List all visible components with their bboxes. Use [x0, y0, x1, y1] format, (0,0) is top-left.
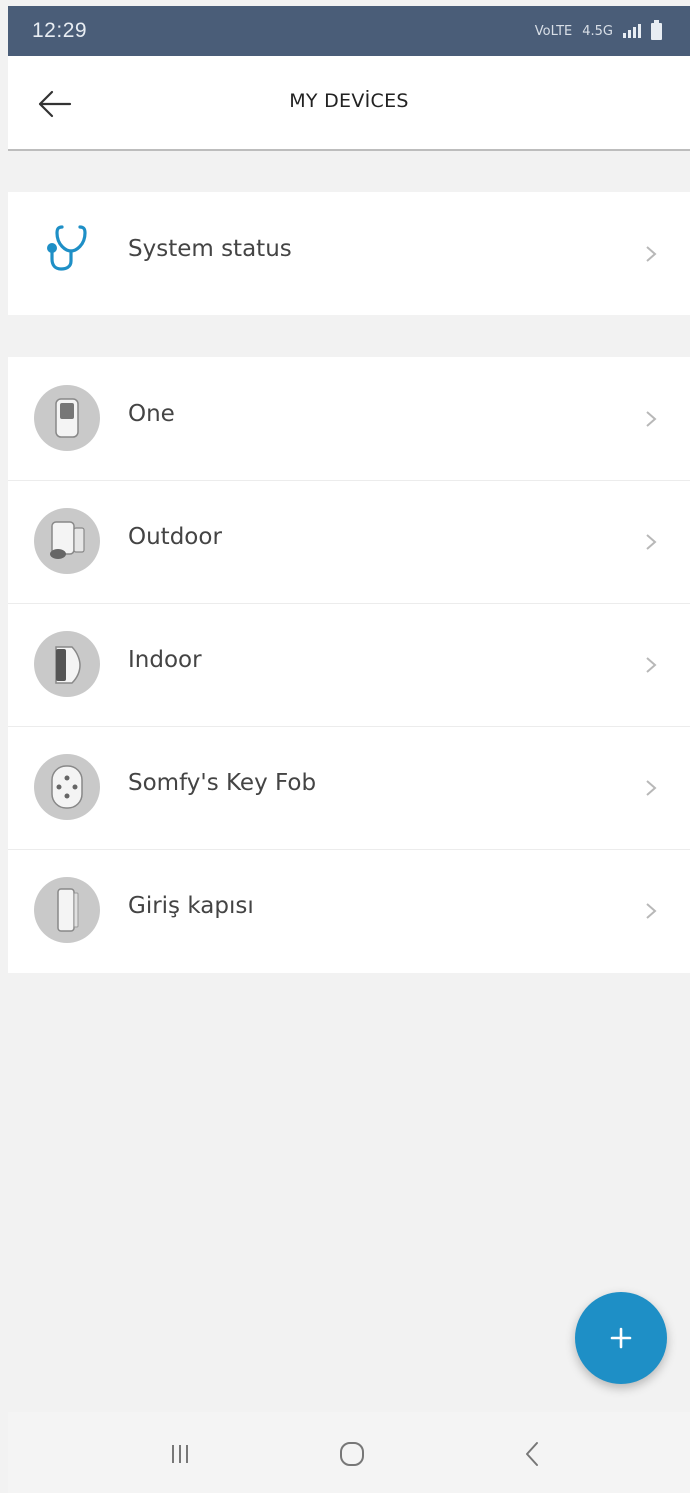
nav-back-button[interactable]	[513, 1434, 553, 1474]
recents-icon	[172, 1445, 188, 1463]
device-row-one[interactable]: One	[8, 357, 690, 480]
chevron-right-icon	[646, 534, 657, 550]
row-label: System status	[128, 236, 292, 262]
data-label: 4.5G	[582, 23, 613, 39]
page-title: MY DEVİCES	[289, 90, 409, 112]
device-row-indoor[interactable]: Indoor	[8, 603, 690, 726]
chevron-right-icon	[646, 903, 657, 919]
door-sensor-icon	[34, 877, 100, 943]
device-row-giris-kapisi[interactable]: Giriş kapısı	[8, 849, 690, 972]
row-label: One	[128, 401, 175, 427]
plus-icon	[610, 1327, 632, 1349]
outdoor-camera-icon	[34, 508, 100, 574]
key-fob-icon	[34, 754, 100, 820]
row-label: Indoor	[128, 647, 202, 673]
volte-label: VoLTE	[534, 23, 573, 39]
app-header: MY DEVİCES	[8, 56, 690, 151]
recents-button[interactable]	[160, 1434, 200, 1474]
home-button[interactable]	[332, 1434, 372, 1474]
nav-back-icon	[526, 1442, 538, 1466]
devices-section: One Outdoor Indoor Somfy's Key Fob Giriş…	[8, 357, 690, 973]
system-section: System status	[8, 192, 690, 315]
system-status-row[interactable]: System status	[8, 192, 690, 315]
add-device-button[interactable]	[575, 1292, 667, 1384]
indoor-camera-icon	[34, 631, 100, 697]
stethoscope-icon	[47, 225, 87, 271]
row-label: Outdoor	[128, 524, 222, 550]
row-label: Somfy's Key Fob	[128, 770, 317, 796]
device-row-outdoor[interactable]: Outdoor	[8, 480, 690, 603]
signal-bars-icon	[623, 24, 641, 38]
camera-device-icon	[34, 385, 100, 451]
home-icon	[340, 1442, 364, 1466]
chevron-right-icon	[646, 780, 657, 796]
system-nav-bar	[8, 1412, 690, 1493]
row-label: Giriş kapısı	[128, 893, 254, 919]
chevron-right-icon	[646, 246, 657, 262]
device-row-key-fob[interactable]: Somfy's Key Fob	[8, 726, 690, 849]
status-time: 12:29	[32, 19, 88, 42]
status-bar: 12:29 VoLTE 4.5G	[8, 6, 690, 56]
status-icons: VoLTE 4.5G	[534, 19, 662, 40]
battery-icon	[651, 19, 662, 40]
chevron-right-icon	[646, 657, 657, 673]
chevron-right-icon	[646, 411, 657, 427]
